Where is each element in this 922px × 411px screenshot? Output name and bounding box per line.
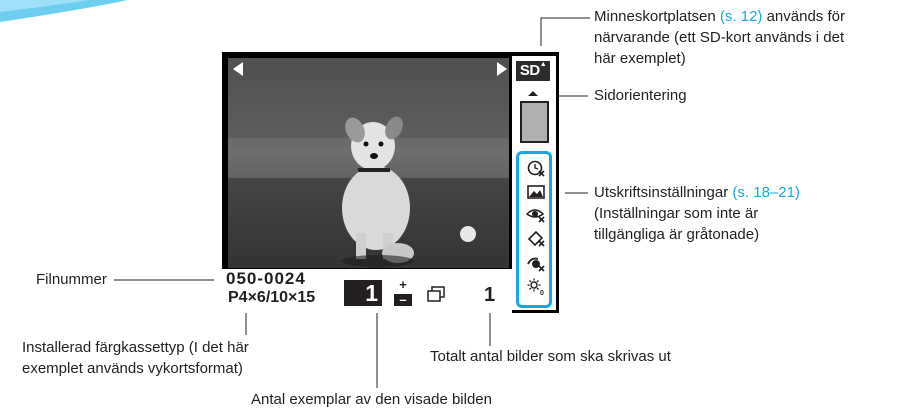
brightness-icon[interactable]: 0 [526, 278, 546, 296]
lcd-sidebar: SD▲ 0 [512, 56, 556, 310]
next-image-arrow-icon[interactable] [497, 62, 507, 76]
memory-card-line2: närvarande (ett SD-kort används i det [594, 29, 845, 46]
dog-photo [228, 58, 509, 268]
red-eye-icon[interactable] [526, 206, 546, 224]
memory-card-page-link[interactable]: (s. 12) [720, 8, 763, 25]
file-number-annotation: Filnummer [36, 271, 107, 288]
print-stack-icon [427, 286, 445, 302]
print-settings-annotation: Utskriftsinställningar (s. 18–21) (Instä… [594, 182, 800, 245]
copies-count-value[interactable]: 1 [344, 280, 382, 306]
print-settings-page-link[interactable]: (s. 18–21) [732, 184, 800, 201]
print-settings-panel: 0 [516, 151, 552, 308]
memory-card-line3: här exemplet) [594, 50, 686, 67]
cartridge-line2: exemplet används vykortsformat) [22, 360, 243, 377]
date-icon[interactable] [526, 159, 546, 177]
copies-minus-button[interactable]: – [394, 293, 412, 306]
print-settings-text: Utskriftsinställningar [594, 184, 733, 201]
page-orientation-annotation: Sidorientering [594, 87, 687, 104]
color-effect-icon[interactable] [526, 255, 546, 273]
cartridge-annotation: Installerad färgkassettyp (I det här exe… [22, 337, 249, 379]
cartridge-line1: Installerad färgkassettyp (I det här [22, 339, 249, 356]
memory-card-annotation: Minneskortplatsen (s. 12) används för nä… [594, 6, 845, 69]
copies-annotation: Antal exemplar av den visade bilden [251, 391, 492, 408]
memory-card-text: Minneskortplatsen [594, 8, 720, 25]
orientation-arrow-icon [528, 91, 538, 96]
lcd-info-bar: 050-0024 P4×6/10×15 1 + – 1 [222, 269, 512, 313]
memory-card-text-suffix: används för [762, 8, 845, 25]
file-number-value: 050-0024 [226, 269, 306, 288]
previous-image-arrow-icon[interactable] [233, 62, 243, 76]
page-orientation-icon [520, 101, 549, 143]
total-prints-value: 1 [484, 284, 496, 306]
print-settings-line3: tillgängliga är gråtonade) [594, 226, 760, 243]
copies-plus-button[interactable]: + [394, 278, 412, 291]
border-icon[interactable] [526, 230, 546, 248]
sd-card-label: SD [519, 62, 540, 79]
total-prints-annotation: Totalt antal bilder som ska skrivas ut [430, 348, 671, 365]
lcd-screen: SD▲ 0 050-0024 P4×6/10×15 1 + – 1 [222, 52, 559, 313]
image-optimize-icon[interactable] [526, 183, 546, 201]
sd-card-slot-badge: SD▲ [516, 61, 550, 81]
svg-text:0: 0 [540, 290, 544, 296]
sd-slot-indicator-icon: ▲ [539, 61, 547, 68]
cartridge-type-value: P4×6/10×15 [228, 289, 316, 306]
print-settings-line2: (Inställningar som inte är [594, 205, 759, 222]
